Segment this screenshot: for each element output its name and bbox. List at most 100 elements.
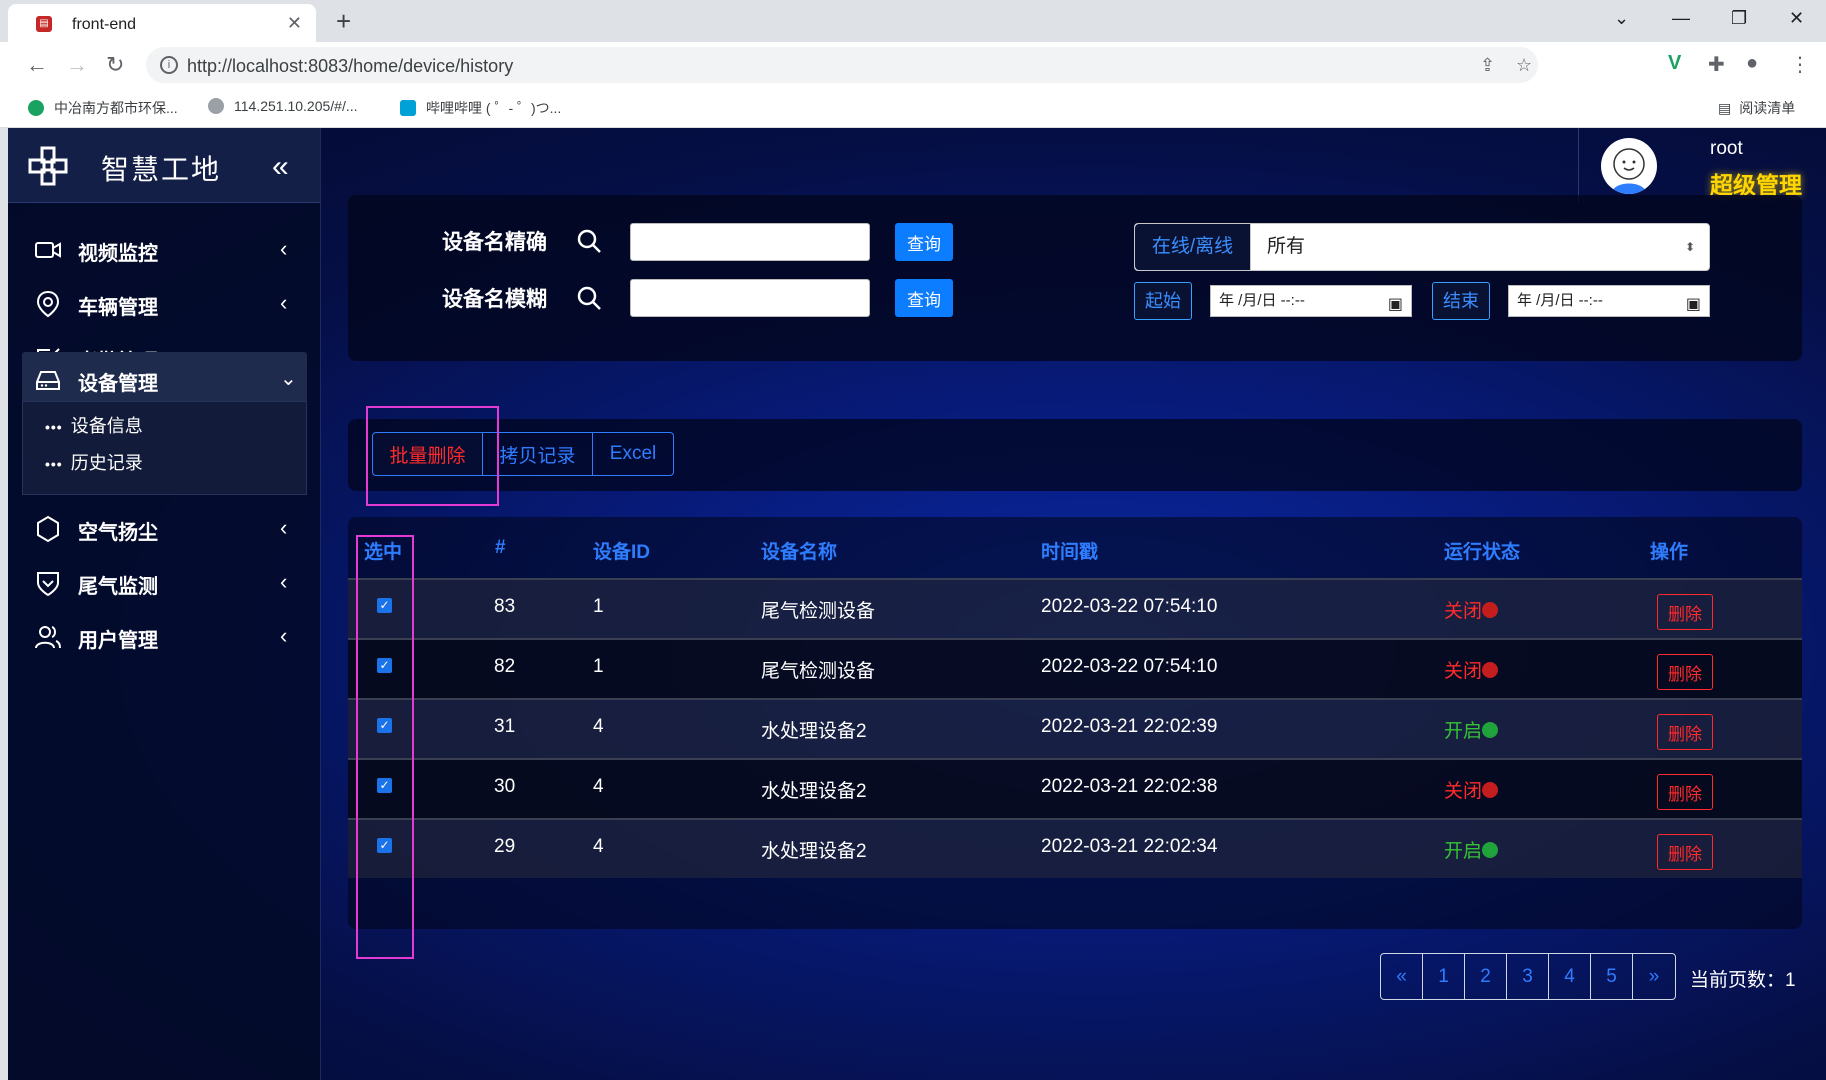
delete-row-button[interactable]: 删除 — [1657, 594, 1713, 630]
page-next-button[interactable]: » — [1633, 954, 1675, 999]
more-menu-icon[interactable]: ⋮ — [1790, 52, 1810, 77]
video-camera-icon — [35, 242, 61, 258]
brand-name: 智慧工地 — [101, 154, 222, 185]
browser-tab[interactable]: ▤ front-end ✕ — [8, 4, 316, 42]
hexagon-icon — [37, 515, 59, 543]
forward-button[interactable]: → — [66, 52, 88, 78]
avatar-face-icon — [1611, 148, 1647, 194]
sidebar-item-air[interactable]: 空气扬尘 ‹ — [8, 501, 321, 555]
page-button[interactable]: 1 — [1423, 954, 1465, 999]
address-bar[interactable]: i http://localhost:8083/home/device/hist… — [146, 47, 1538, 83]
current-page-label: 当前页数：1 — [1690, 970, 1796, 991]
profile-icon[interactable]: ● — [1746, 52, 1758, 75]
sidebar-item-label: 车辆管理 — [78, 297, 158, 319]
start-date-input[interactable]: 年 /月/日 --:-- ▣ — [1210, 285, 1412, 317]
delete-row-button[interactable]: 删除 — [1657, 834, 1713, 870]
device-drive-icon — [36, 371, 60, 390]
status-off-dot-icon — [1482, 782, 1499, 798]
cell-timestamp: 2022-03-22 07:54:10 — [1041, 596, 1218, 617]
brand-header: 智慧工地 « — [8, 128, 321, 203]
vue-devtools-icon[interactable]: V — [1668, 52, 1681, 75]
chevron-left-icon: ‹ — [280, 623, 288, 648]
sidebar-item-exhaust[interactable]: 尾气监测 ‹ — [8, 555, 321, 609]
new-tab-button[interactable]: + — [336, 6, 351, 37]
page-button[interactable]: 3 — [1507, 954, 1549, 999]
cell-timestamp: 2022-03-21 22:02:39 — [1041, 716, 1218, 737]
submenu-item-history[interactable]: ••• 历史记录 — [45, 449, 143, 475]
page-button[interactable]: 5 — [1591, 954, 1633, 999]
cell-timestamp: 2022-03-21 22:02:34 — [1041, 836, 1218, 857]
reload-button[interactable]: ↻ — [106, 52, 124, 78]
close-window-button[interactable]: ✕ — [1789, 8, 1804, 29]
status-off-dot-icon — [1482, 662, 1499, 678]
sidebar-item-label: 用户管理 — [78, 630, 158, 652]
page-button[interactable]: 2 — [1465, 954, 1507, 999]
tab-favicon-icon: ▤ — [36, 16, 52, 32]
calendar-icon[interactable]: ▣ — [1686, 290, 1701, 320]
tab-search-chevron-icon[interactable]: ⌄ — [1614, 8, 1629, 29]
sidebar-item-label: 尾气监测 — [78, 576, 158, 598]
sidebar: 智慧工地 « 视频监控 ‹ 车辆管理 ‹ 考勤管理 ‹ 设备管理 ⌄ •••设备… — [8, 128, 321, 1080]
chevron-left-icon: ‹ — [280, 569, 288, 594]
tab-close-icon[interactable]: ✕ — [287, 13, 302, 34]
header-divider — [1578, 128, 1579, 203]
bookmark-item[interactable]: 114.251.10.205/#/... — [208, 98, 358, 114]
search-icon — [577, 286, 601, 310]
status-select[interactable]: 所有 ⬍ — [1251, 224, 1709, 270]
delete-row-button[interactable]: 删除 — [1657, 774, 1713, 810]
status-on-dot-icon — [1482, 842, 1499, 858]
sidebar-item-device[interactable]: 设备管理 ⌄ — [22, 352, 307, 406]
cell-device-id: 1 — [593, 656, 604, 677]
chevron-left-icon: ‹ — [280, 290, 288, 315]
cell-status: 开启 — [1444, 836, 1499, 863]
table-row: ✓ 30 4 水处理设备2 2022-03-21 22:02:38 关闭 删除 — [348, 758, 1802, 818]
exact-name-input[interactable] — [630, 223, 870, 261]
end-date-input[interactable]: 年 /月/日 --:-- ▣ — [1508, 285, 1710, 317]
cell-index: 29 — [494, 836, 516, 857]
delete-row-button[interactable]: 删除 — [1657, 714, 1713, 750]
table-row: ✓ 29 4 水处理设备2 2022-03-21 22:02:34 开启 删除 — [348, 818, 1802, 878]
chevron-left-icon: ‹ — [280, 515, 288, 540]
search-panel — [348, 195, 1802, 361]
cell-device-name: 水处理设备2 — [761, 841, 867, 862]
fuzzy-query-button[interactable]: 查询 — [895, 279, 953, 317]
cell-index: 30 — [494, 776, 516, 797]
minimize-button[interactable]: — — [1672, 8, 1690, 29]
page-prev-button[interactable]: « — [1381, 954, 1423, 999]
bookmark-item[interactable]: 中冶南方都市环保... — [28, 98, 178, 118]
sidebar-item-users[interactable]: 用户管理 ‹ — [8, 609, 321, 663]
bookmark-star-icon[interactable]: ☆ — [1516, 55, 1532, 76]
reading-list-button[interactable]: ▤ 阅读清单 — [1718, 98, 1795, 118]
restore-button[interactable]: ❐ — [1731, 8, 1747, 29]
extensions-icon[interactable]: ✚ — [1708, 52, 1725, 77]
delete-row-button[interactable]: 删除 — [1657, 654, 1713, 690]
start-date-label: 起始 — [1134, 282, 1192, 320]
page-button[interactable]: 4 — [1549, 954, 1591, 999]
url-text[interactable]: http://localhost:8083/home/device/histor… — [187, 56, 513, 77]
submenu-item-device-info[interactable]: ••• 设备信息 — [45, 412, 143, 438]
highlight-box-select-column — [356, 535, 414, 959]
shield-heart-icon — [37, 572, 59, 597]
table-row: ✓ 31 4 水处理设备2 2022-03-21 22:02:39 开启 删除 — [348, 698, 1802, 758]
app-root: 智慧工地 « 视频监控 ‹ 车辆管理 ‹ 考勤管理 ‹ 设备管理 ⌄ •••设备… — [8, 128, 1826, 1080]
fuzzy-name-input[interactable] — [630, 279, 870, 317]
sidebar-item-vehicle[interactable]: 车辆管理 ‹ — [8, 276, 321, 330]
avatar[interactable] — [1601, 138, 1657, 194]
exact-query-button[interactable]: 查询 — [895, 223, 953, 261]
bookmark-item[interactable]: 哔哩哔哩 ( ゜- ゜)つ... — [400, 98, 561, 118]
sidebar-item-video[interactable]: 视频监控 ‹ — [8, 222, 321, 276]
cell-device-name: 尾气检测设备 — [761, 661, 876, 682]
site-info-icon[interactable]: i — [160, 56, 178, 74]
collapse-sidebar-icon[interactable]: « — [272, 150, 289, 184]
fuzzy-name-label: 设备名模糊 — [442, 288, 547, 311]
cell-device-name: 尾气检测设备 — [761, 601, 876, 622]
search-icon — [577, 229, 601, 253]
tab-title: front-end — [72, 16, 137, 33]
excel-export-button[interactable]: Excel — [593, 433, 673, 475]
cell-status: 关闭 — [1444, 776, 1499, 803]
copy-records-button[interactable]: 拷贝记录 — [483, 433, 593, 475]
back-button[interactable]: ← — [26, 52, 48, 78]
chevron-left-icon: ‹ — [280, 236, 288, 261]
share-icon[interactable]: ⇪ — [1480, 55, 1495, 76]
calendar-icon[interactable]: ▣ — [1388, 290, 1403, 320]
